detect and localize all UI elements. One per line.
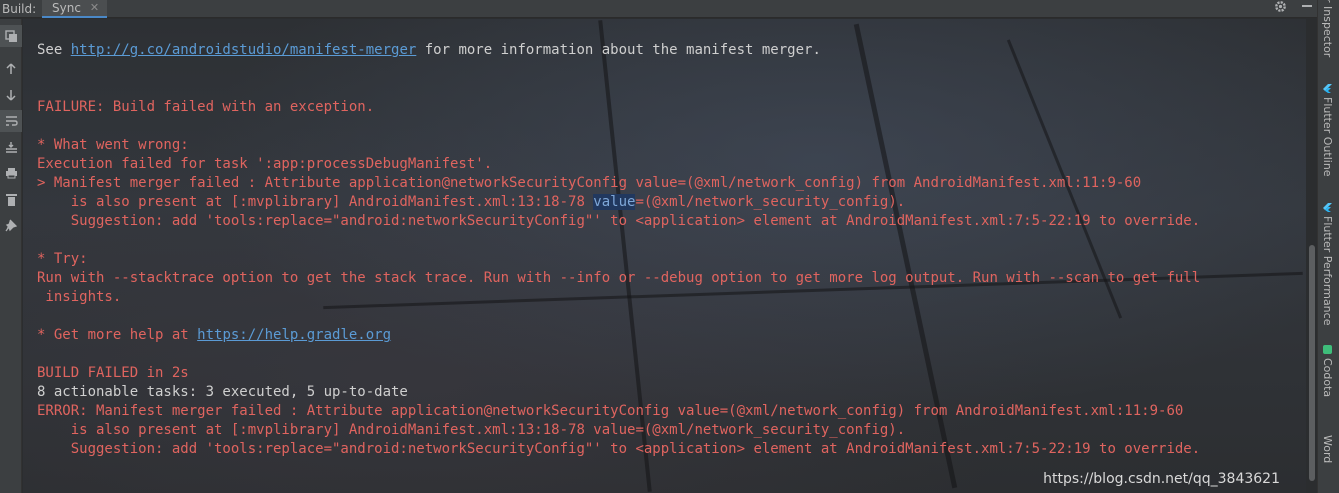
- watermark-text: https://blog.csdn.net/qq_3843621: [1043, 471, 1280, 487]
- search-highlight: value: [593, 194, 636, 210]
- failure-line: FAILURE: Build failed with an exception.: [37, 99, 375, 115]
- what-went-wrong-line: * What went wrong:: [37, 137, 189, 153]
- tool-window-label: Flutter Outline: [1321, 97, 1334, 177]
- tool-window-inspector[interactable]: r Inspector: [1321, 0, 1334, 57]
- soft-wrap-icon[interactable]: [0, 110, 22, 132]
- suggestion-line: Suggestion: add 'tools:replace="android:…: [37, 441, 1201, 457]
- flutter-icon: [1322, 84, 1334, 93]
- down-arrow-icon[interactable]: [0, 84, 22, 106]
- help-line: * Get more help at https://help.gradle.o…: [37, 326, 391, 345]
- merger-failed-line: > Manifest merger failed : Attribute app…: [37, 175, 1142, 191]
- tasks-line: 8 actionable tasks: 3 executed, 5 up-to-…: [37, 384, 408, 400]
- console-text-span: =(@xml/network_security_config).: [635, 194, 906, 210]
- tool-window-codota[interactable]: Codota: [1321, 345, 1334, 397]
- error-line: ERROR: Manifest merger failed : Attribut…: [37, 403, 1184, 419]
- manifest-merger-link[interactable]: http://g.co/androidstudio/manifest-merge…: [71, 42, 417, 58]
- tab-sync-label: Sync: [52, 0, 81, 15]
- console-toolbar: [0, 19, 22, 493]
- scrollbar-thumb[interactable]: [1309, 245, 1315, 481]
- build-label: Build:: [2, 1, 37, 16]
- also-present-line: is also present at [:mvplibrary] Android…: [37, 193, 905, 212]
- execution-failed-line: Execution failed for task ':app:processD…: [37, 156, 493, 172]
- build-tab-bar: Build: Sync ✕: [0, 0, 1339, 18]
- print-icon[interactable]: [0, 162, 22, 184]
- console-line: See http://g.co/androidstudio/manifest-m…: [37, 41, 821, 60]
- tab-bar-actions: [1274, 0, 1313, 18]
- close-icon[interactable]: ✕: [90, 1, 99, 14]
- tool-window-label: Word: [1321, 435, 1334, 464]
- build-failed-line: BUILD FAILED in 2s: [37, 365, 189, 381]
- gear-icon[interactable]: [1274, 0, 1287, 19]
- tool-window-label: Flutter Performance: [1321, 216, 1334, 326]
- tab-sync[interactable]: Sync ✕: [42, 0, 108, 18]
- try-line: * Try:: [37, 251, 88, 267]
- console-text-span: See: [37, 42, 71, 58]
- also-present-line: is also present at [:mvplibrary] Android…: [37, 422, 906, 438]
- console-text-span: is also present at [:mvplibrary] Android…: [37, 194, 594, 210]
- codota-icon: [1322, 345, 1334, 354]
- tool-window-label: r Inspector: [1321, 0, 1334, 58]
- up-arrow-icon[interactable]: [0, 58, 22, 80]
- build-tool-window: Build: Sync ✕ See http://g.co/androidstu…: [0, 0, 1339, 493]
- minimize-icon[interactable]: [1301, 0, 1313, 18]
- suggestion-line: Suggestion: add 'tools:replace="android:…: [37, 213, 1201, 229]
- right-tool-window-bar: r Inspector Flutter Outline Flutter Perf…: [1317, 0, 1339, 493]
- tool-window-flutter-outline[interactable]: Flutter Outline: [1321, 84, 1334, 177]
- tool-window-word[interactable]: Word: [1321, 435, 1334, 463]
- run-with-line: Run with --stacktrace option to get the …: [37, 270, 1201, 286]
- tool-window-label: Codota: [1321, 358, 1334, 398]
- delete-icon[interactable]: [0, 188, 22, 210]
- tool-window-flutter-performance[interactable]: Flutter Performance: [1321, 203, 1334, 325]
- pin-icon[interactable]: [0, 214, 22, 236]
- flutter-icon: [1322, 203, 1334, 212]
- gradle-help-link[interactable]: https://help.gradle.org: [197, 327, 391, 343]
- console-text-span: * Get more help at: [37, 327, 198, 343]
- restore-layout-icon[interactable]: [0, 25, 22, 47]
- console-output[interactable]: See http://g.co/androidstudio/manifest-m…: [23, 19, 1306, 493]
- scroll-to-end-icon[interactable]: [0, 136, 22, 158]
- console-text-span: for more information about the manifest …: [416, 42, 821, 58]
- insights-line: insights.: [37, 289, 122, 305]
